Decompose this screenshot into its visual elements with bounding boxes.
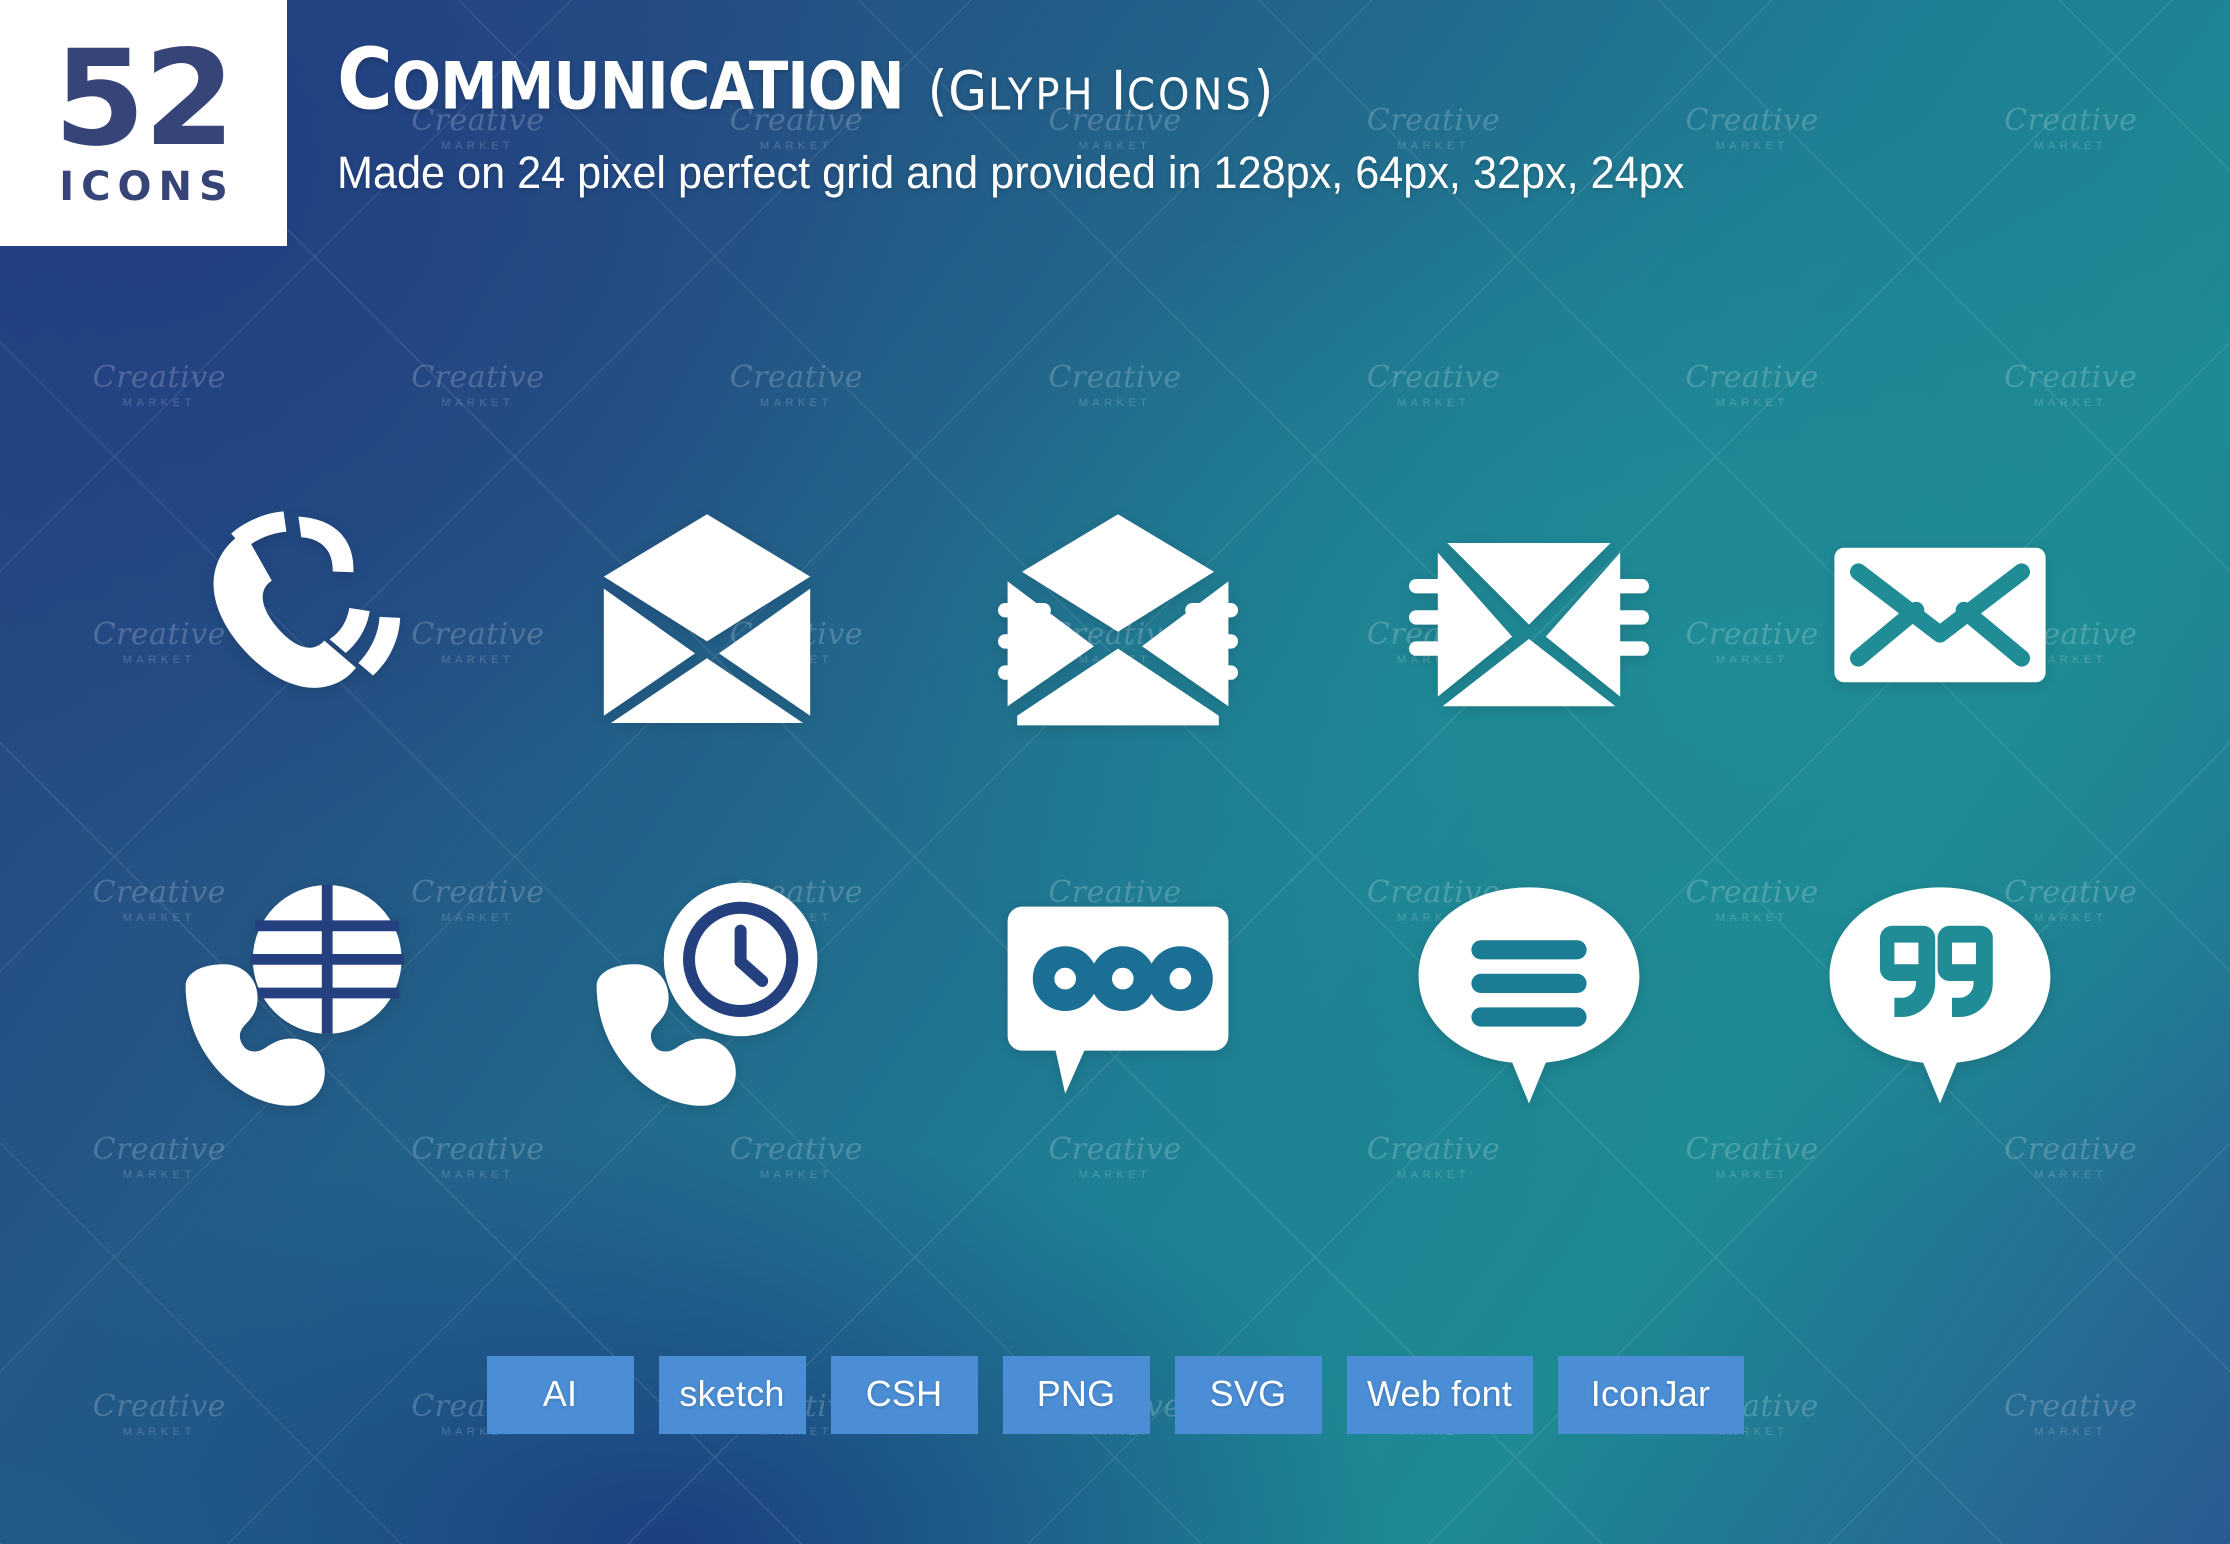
watermark-sub: MARKET <box>1397 396 1470 409</box>
page-title: COMMUNICATION (GLYPH ICONS) <box>337 36 1740 122</box>
icon-cell-envelope-closed-lines <box>1384 470 1674 760</box>
title-glyph-lead: G <box>948 59 988 123</box>
chat-bubble-dots-icon <box>1007 906 1228 1094</box>
format-chip-png[interactable]: PNG <box>1002 1356 1150 1434</box>
watermark-sub: MARKET <box>441 396 515 409</box>
title-communication-rest: OMMUNICATION <box>391 48 905 125</box>
icon-cell-chat-bubble-quote <box>1795 848 2085 1138</box>
watermark-sub: MARKET <box>122 396 196 409</box>
watermark-brand: Creative <box>1048 359 1182 395</box>
watermark-brand: Creative <box>92 1131 226 1167</box>
title-communication: COMMUNICATION <box>337 36 905 125</box>
icon-cell-phone-globe <box>151 848 441 1138</box>
title-glyph-rest: LYPH <box>987 70 1096 121</box>
watermark-sub: MARKET <box>2034 139 2108 152</box>
format-chip-csh[interactable]: CSH <box>830 1356 978 1434</box>
watermark-sub: MARKET <box>441 1168 515 1181</box>
format-chip-ai[interactable]: AI <box>486 1356 634 1434</box>
format-chip-sketch[interactable]: sketch <box>658 1356 806 1434</box>
format-chip-iconjar[interactable]: IconJar <box>1557 1356 1744 1434</box>
watermark-sub: MARKET <box>1397 1168 1470 1181</box>
icon-cell-phone-clock <box>562 848 852 1138</box>
watermark-brand: Creative <box>729 359 864 395</box>
watermark-item: CreativeMARKET <box>1911 0 2230 257</box>
chat-bubble-quote-icon <box>1829 887 2050 1104</box>
envelope-closed-icon <box>1833 547 2046 683</box>
watermark-brand: Creative <box>2004 1131 2138 1167</box>
envelope-closed-lines-icon <box>1408 543 1649 707</box>
format-chip-list: AI sketch CSH PNG SVG Web font IconJar <box>0 1356 2230 1434</box>
title-communication-lead: C <box>337 29 393 129</box>
watermark-brand: Creative <box>1366 1131 1501 1167</box>
title-icons-rest: CONS <box>1127 70 1254 121</box>
watermark-sub: MARKET <box>1715 396 1789 409</box>
title-glyph-icons: (GLYPH ICONS) <box>928 64 1275 118</box>
poster-header: COMMUNICATION (GLYPH ICONS) Made on 24 p… <box>337 36 1740 198</box>
icon-count-number: 52 <box>53 22 236 177</box>
watermark-brand: Creative <box>1685 1131 1819 1167</box>
icon-cell-chat-bubble-lines <box>1384 848 1674 1138</box>
format-chip-svg[interactable]: SVG <box>1174 1356 1322 1434</box>
watermark-sub: MARKET <box>760 1168 833 1181</box>
icon-cell-envelope-open <box>562 470 852 760</box>
chat-bubble-lines-icon <box>1418 887 1639 1104</box>
watermark-brand: Creative <box>92 359 226 395</box>
icon-cell-chat-bubble-dots <box>973 848 1263 1138</box>
watermark-brand: Creative <box>411 1131 545 1167</box>
watermark-brand: Creative <box>1048 1131 1182 1167</box>
icon-count-badge: 52 ICONS <box>0 0 287 246</box>
icon-pack-poster: Creative MARKET Creative MARKET Creative MARK… <box>0 0 2230 1544</box>
title-icons-lead: I <box>1111 59 1128 123</box>
poster-subtitle: Made on 24 pixel perfect grid and provid… <box>337 147 1685 198</box>
format-chip-web-font[interactable]: Web font <box>1346 1356 1533 1434</box>
phone-globe-icon <box>185 885 404 1106</box>
watermark-brand: Creative <box>1685 359 1819 395</box>
title-paren-close: ) <box>1253 59 1275 123</box>
phone-handset-icon <box>213 511 400 688</box>
watermark-brand: Creative <box>2004 359 2138 395</box>
icon-cell-envelope-open-lines <box>973 470 1263 760</box>
envelope-open-lines-icon <box>997 514 1238 726</box>
watermark-sub: MARKET <box>122 1168 196 1181</box>
watermark-sub: MARKET <box>2034 1168 2108 1181</box>
watermark-brand: Creative <box>2004 102 2138 138</box>
icon-count-label: ICONS <box>59 163 235 210</box>
watermark-sub: MARKET <box>760 396 833 409</box>
watermark-sub: MARKET <box>1078 396 1152 409</box>
watermark-brand: Creative <box>1366 359 1501 395</box>
watermark-brand: Creative <box>729 1131 864 1167</box>
watermark-brand: Creative <box>411 359 545 395</box>
watermark-sub: MARKET <box>1715 1168 1789 1181</box>
phone-clock-icon <box>596 882 817 1106</box>
icon-cell-phone-handset <box>151 470 441 760</box>
envelope-open-icon <box>603 514 810 723</box>
icon-cell-envelope-closed <box>1795 470 2085 760</box>
icon-grid <box>90 470 2145 1138</box>
title-paren-open: ( <box>927 59 949 123</box>
watermark-sub: MARKET <box>2034 396 2108 409</box>
watermark-sub: MARKET <box>1078 1168 1152 1181</box>
